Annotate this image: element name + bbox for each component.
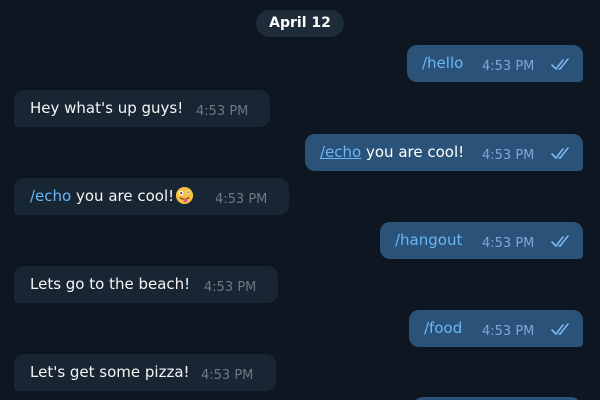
outgoing-message[interactable]: /hello 4:53 PM xyxy=(407,45,583,82)
bot-command[interactable]: /food xyxy=(424,319,462,337)
message-text-part: Let's get some pizza! xyxy=(30,363,190,381)
double-check-icon xyxy=(551,323,569,335)
message-time: 4:53 PM xyxy=(482,148,535,163)
message-text: Lets go to the beach! xyxy=(30,266,190,303)
message-time: 4:53 PM xyxy=(215,192,268,207)
message-text-part: you are cool! xyxy=(361,143,465,161)
bot-command-link[interactable]: /echo xyxy=(320,143,361,161)
message-text: /hangout xyxy=(395,222,462,259)
outgoing-message[interactable]: /hangout 4:53 PM xyxy=(380,222,583,259)
message-time: 4:53 PM xyxy=(204,280,257,295)
message-text-part: Hey what's up guys! xyxy=(30,99,184,117)
message-text-part: you are cool! xyxy=(71,187,175,205)
message-text: /hello xyxy=(422,45,463,82)
bot-command[interactable]: /echo xyxy=(30,187,71,205)
outgoing-message[interactable]: /echo you are cool! 4:53 PM xyxy=(305,134,583,171)
message-time: 4:53 PM xyxy=(482,324,535,339)
message-text: /echo you are cool! xyxy=(30,178,174,215)
message-text: /food xyxy=(424,310,462,347)
message-time: 4:53 PM xyxy=(482,236,535,251)
message-time: 4:53 PM xyxy=(201,368,254,383)
message-text: Hey what's up guys! xyxy=(30,90,183,127)
bot-command[interactable]: /hangout xyxy=(395,231,462,249)
outgoing-message[interactable]: /food 4:53 PM xyxy=(409,310,583,347)
chat-history: April 12 /hello 4:53 PM Hey what's up gu… xyxy=(0,0,600,400)
message-time: 4:53 PM xyxy=(482,59,535,74)
incoming-message[interactable]: Lets go to the beach! 4:53 PM xyxy=(14,266,278,303)
message-text-part: Lets go to the beach! xyxy=(30,275,191,293)
bot-command[interactable]: /hello xyxy=(422,54,463,72)
message-text: Let's get some pizza! xyxy=(30,354,190,391)
double-check-icon xyxy=(551,147,569,159)
double-check-icon xyxy=(551,58,569,70)
incoming-message[interactable]: Hey what's up guys! 4:53 PM xyxy=(14,90,270,127)
double-check-icon xyxy=(551,235,569,247)
message-text: /echo you are cool! xyxy=(320,134,464,171)
date-divider: April 12 xyxy=(256,10,344,37)
incoming-message[interactable]: Let's get some pizza! 4:53 PM xyxy=(14,354,276,391)
zany-face-emoji xyxy=(176,186,194,205)
message-time: 4:53 PM xyxy=(196,104,249,119)
incoming-message[interactable]: /echo you are cool! 4:53 PM xyxy=(14,178,289,215)
